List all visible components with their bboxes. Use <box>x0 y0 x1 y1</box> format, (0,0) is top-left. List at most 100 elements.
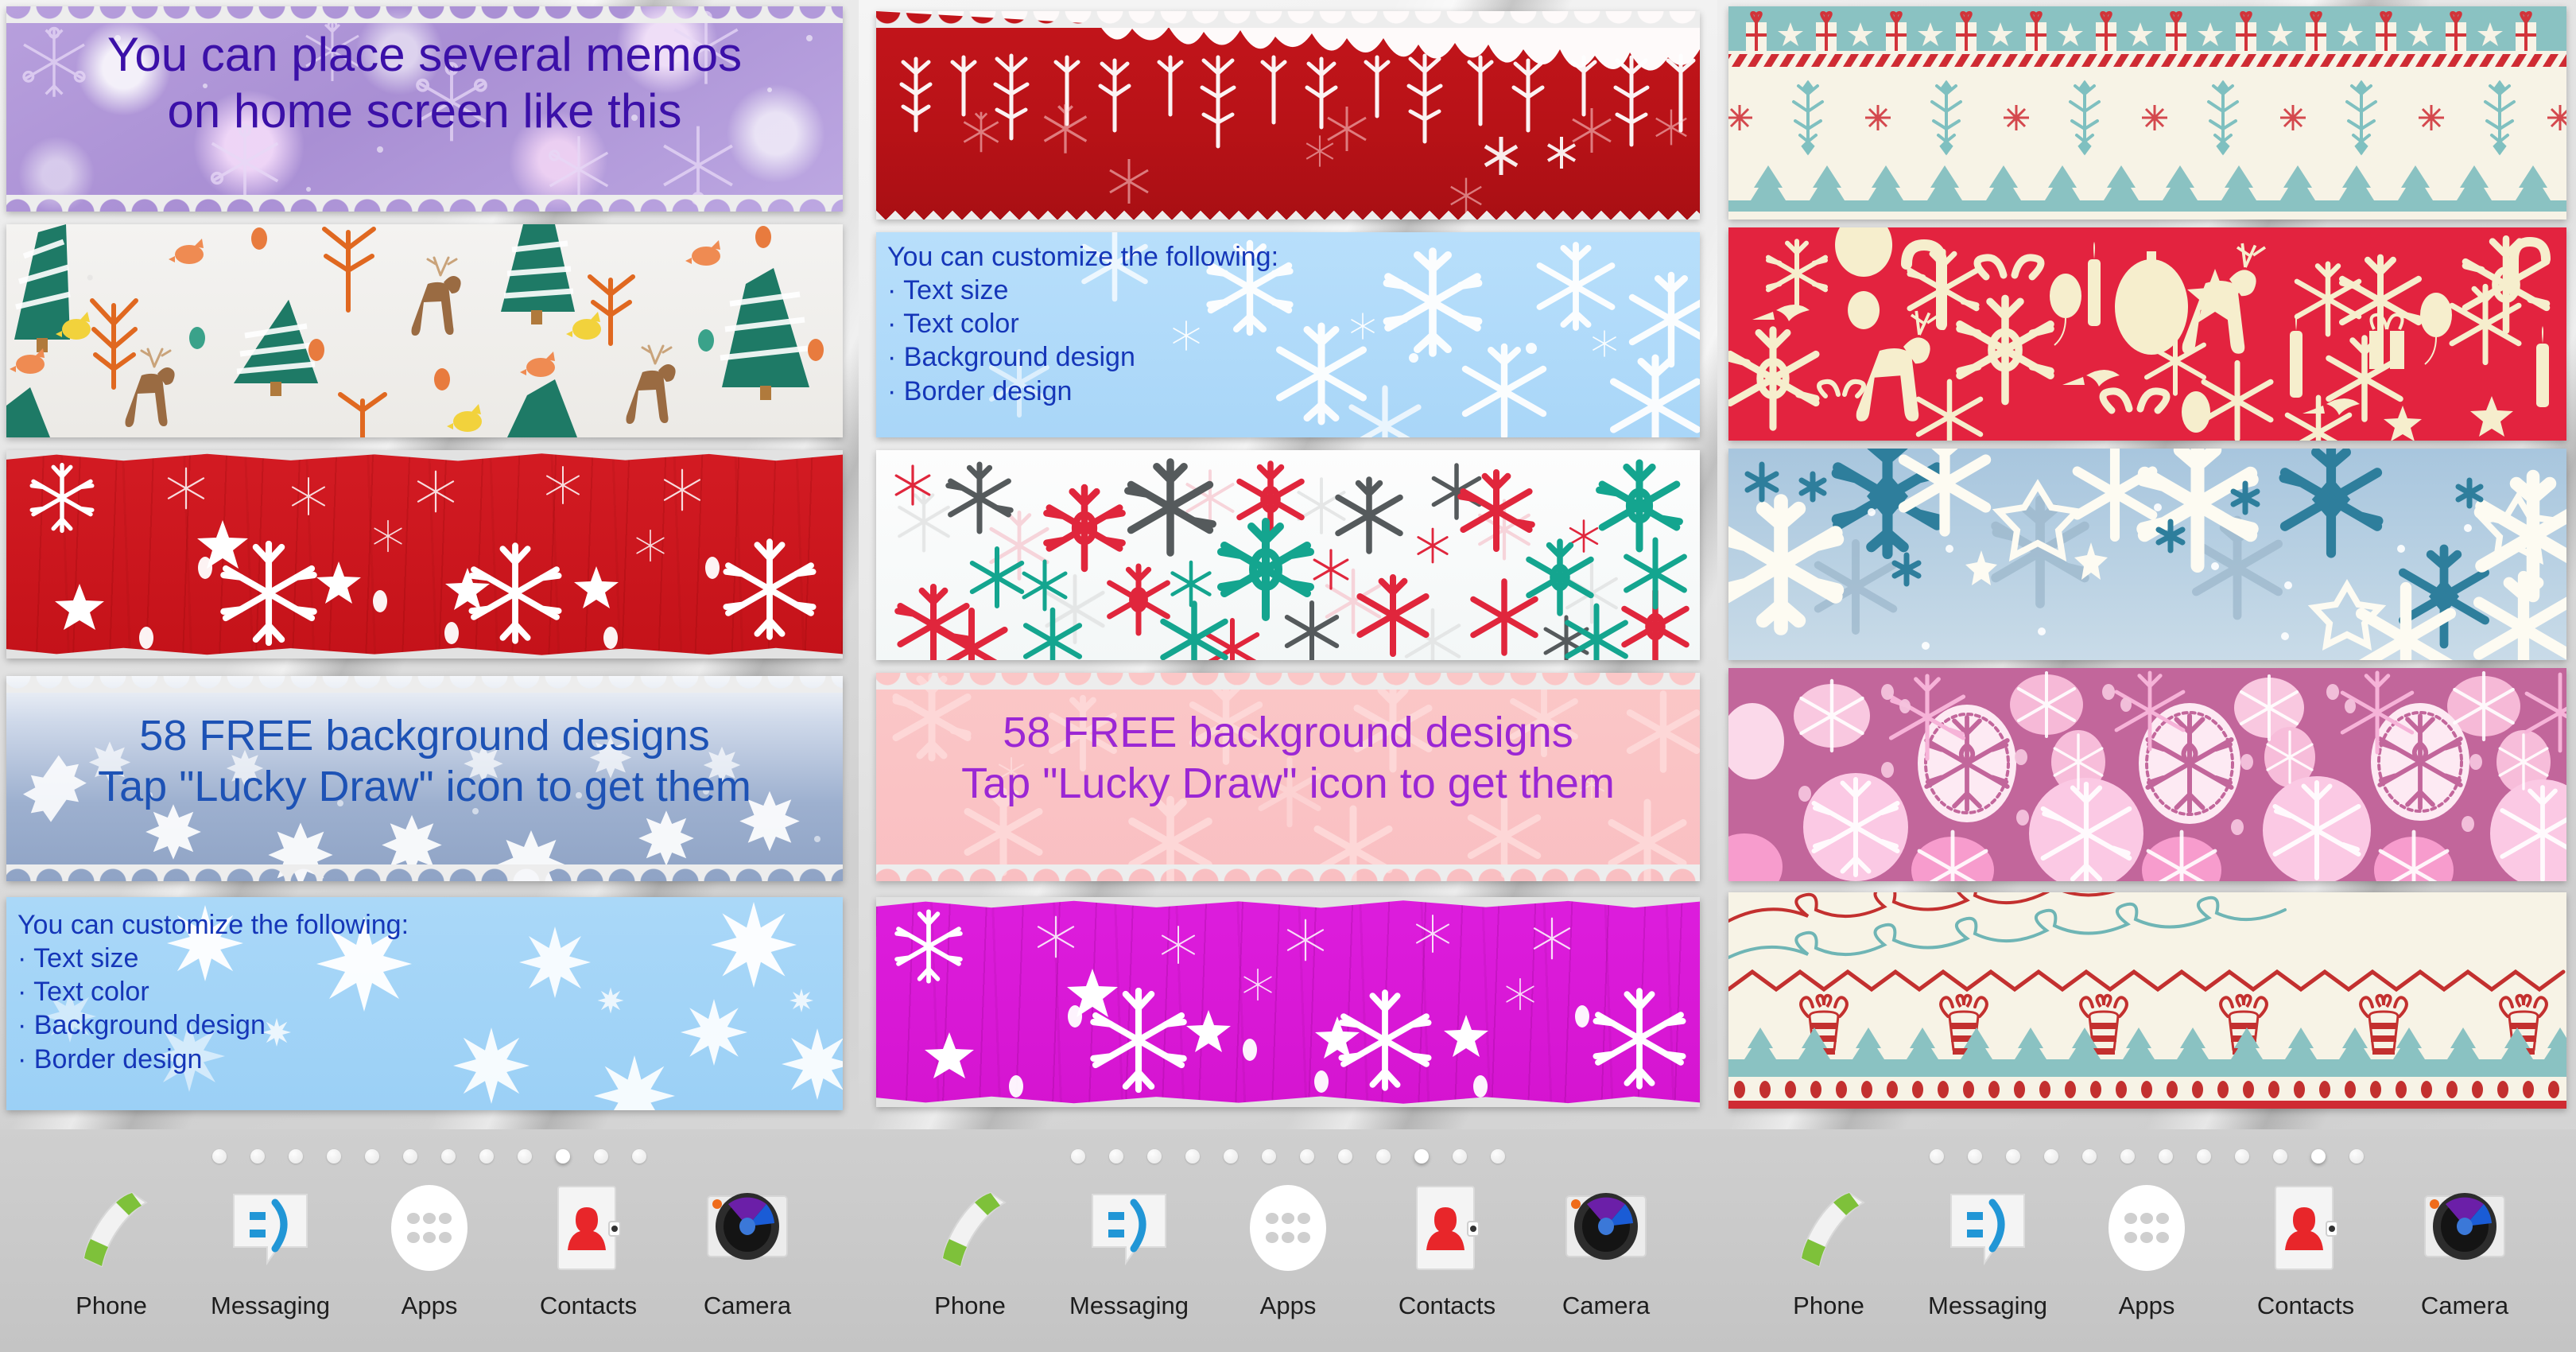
camera-icon <box>676 1174 819 1285</box>
page-dot[interactable] <box>250 1149 265 1164</box>
dock-app-camera[interactable]: Camera <box>676 1174 819 1320</box>
page-dot[interactable] <box>2349 1149 2364 1164</box>
dock-app-contacts[interactable]: Contacts <box>517 1174 660 1320</box>
page-dot[interactable] <box>365 1149 379 1164</box>
snowflake-decoration <box>6 450 843 659</box>
dock-app-messaging[interactable]: Messaging <box>1057 1174 1201 1320</box>
dock-2: Phone Messaging Apps Contacts Camera <box>859 1129 1717 1352</box>
memo-nordic-ornaments[interactable] <box>1728 892 2566 1109</box>
page-dot[interactable] <box>1930 1149 1944 1164</box>
page-dot[interactable] <box>518 1149 532 1164</box>
page-dot[interactable] <box>1109 1149 1123 1164</box>
memo-text: 58 FREE background designs Tap "Lucky Dr… <box>98 712 751 810</box>
memo-red-grunge[interactable] <box>6 450 843 659</box>
home-screen-gallery: You can place several memos on home scre… <box>0 0 2576 1352</box>
page-dot[interactable] <box>2197 1149 2211 1164</box>
memo-border-torn-top <box>6 450 843 461</box>
page-dot[interactable] <box>2159 1149 2173 1164</box>
page-dot[interactable] <box>403 1149 417 1164</box>
page-indicator-1[interactable] <box>0 1129 859 1166</box>
page-dot[interactable] <box>2235 1149 2249 1164</box>
dock-app-camera[interactable]: Camera <box>1534 1174 1678 1320</box>
memo-deep-red-snowfall[interactable] <box>876 11 1700 220</box>
page-dot[interactable] <box>2044 1149 2058 1164</box>
page-dot[interactable] <box>1453 1149 1467 1164</box>
memo-red-christmas-icons[interactable] <box>1728 227 2566 441</box>
dock-app-camera[interactable]: Camera <box>2393 1174 2536 1320</box>
memo-customize-lightblue-2[interactable]: You can customize the following: · Text … <box>876 232 1700 437</box>
page-dot[interactable] <box>441 1149 456 1164</box>
memo-magenta-grunge[interactable] <box>876 897 1700 1107</box>
memo-white-colour-snowflakes[interactable] <box>876 450 1700 660</box>
memo-customize-lightblue[interactable]: You can customize the following: · Text … <box>6 897 843 1110</box>
memo-border-torn-bottom <box>876 1096 1700 1107</box>
memo-pink-snowflake-circles[interactable] <box>1728 668 2566 881</box>
dock-app-apps[interactable]: Apps <box>358 1174 501 1320</box>
page-dot[interactable] <box>1338 1149 1352 1164</box>
nordic-ornament-pattern <box>1728 892 2566 1109</box>
contacts-icon <box>2234 1174 2377 1285</box>
dock-apps-3: Phone Messaging Apps Contacts Camera <box>1717 1166 2576 1341</box>
page-dot-active[interactable] <box>1414 1149 1429 1164</box>
dock-app-messaging[interactable]: Messaging <box>1916 1174 2059 1320</box>
dock-app-apps[interactable]: Apps <box>1216 1174 1360 1320</box>
page-dot[interactable] <box>2120 1149 2135 1164</box>
dock-app-phone[interactable]: Phone <box>40 1174 183 1320</box>
page-dot[interactable] <box>594 1149 608 1164</box>
home-screen-3: Phone Messaging Apps Contacts Camera <box>1717 0 2576 1352</box>
dock-app-label: Phone <box>1793 1292 1864 1319</box>
page-dot[interactable] <box>289 1149 303 1164</box>
page-dot[interactable] <box>632 1149 646 1164</box>
apps-grid-icon <box>1216 1174 1360 1285</box>
memo-lucky-draw-steelblue[interactable]: 58 FREE background designs Tap "Lucky Dr… <box>6 676 843 881</box>
page-indicator-3[interactable] <box>1717 1129 2576 1166</box>
memo-intro-purple[interactable]: You can place several memos on home scre… <box>6 6 843 212</box>
dock-app-phone[interactable]: Phone <box>898 1174 1042 1320</box>
memo-lucky-draw-pink[interactable]: 58 FREE background designs Tap "Lucky Dr… <box>876 673 1700 881</box>
memo-border-torn-bottom <box>6 647 843 659</box>
page-dot[interactable] <box>212 1149 227 1164</box>
dock-app-label: Phone <box>76 1292 147 1319</box>
snowflake-decoration <box>876 897 1700 1107</box>
page-dot[interactable] <box>1376 1149 1391 1164</box>
page-dot[interactable] <box>2006 1149 2020 1164</box>
page-dot[interactable] <box>1185 1149 1200 1164</box>
snowflake-decoration <box>1728 449 2566 660</box>
page-indicator-2[interactable] <box>859 1129 1717 1166</box>
dock-app-label: Apps <box>2118 1292 2175 1319</box>
page-dot[interactable] <box>1262 1149 1276 1164</box>
dock-app-phone[interactable]: Phone <box>1757 1174 1900 1320</box>
memo-winter-forest[interactable] <box>6 224 843 437</box>
page-dot[interactable] <box>2082 1149 2097 1164</box>
dock-app-messaging[interactable]: Messaging <box>199 1174 342 1320</box>
page-dot[interactable] <box>1968 1149 1982 1164</box>
contacts-icon <box>517 1174 660 1285</box>
dock-app-contacts[interactable]: Contacts <box>2234 1174 2377 1320</box>
dock-app-apps[interactable]: Apps <box>2075 1174 2218 1320</box>
dock-app-contacts[interactable]: Contacts <box>1375 1174 1519 1320</box>
apps-grid-icon <box>358 1174 501 1285</box>
memo-border-scallop-bottom <box>876 864 1700 881</box>
memo-border-scallop-top <box>6 6 843 23</box>
page-dot-active[interactable] <box>2311 1149 2326 1164</box>
page-dot[interactable] <box>2273 1149 2287 1164</box>
page-dot[interactable] <box>1300 1149 1314 1164</box>
forest-pattern <box>6 224 843 437</box>
memo-text: You can customize the following: · Text … <box>17 910 409 1074</box>
memo-nordic-gifts-trees[interactable] <box>1728 6 2566 220</box>
page-dot[interactable] <box>327 1149 341 1164</box>
dock-app-label: Messaging <box>1928 1292 2047 1319</box>
page-dot[interactable] <box>1071 1149 1085 1164</box>
page-dot[interactable] <box>1224 1149 1238 1164</box>
page-dot[interactable] <box>479 1149 494 1164</box>
memo-icy-blue-snowflakes[interactable] <box>1728 449 2566 660</box>
christmas-icon-pattern <box>1728 227 2566 441</box>
memo-text: 58 FREE background designs Tap "Lucky Dr… <box>961 709 1615 807</box>
nordic-pattern <box>1728 6 2566 220</box>
memo-text: You can place several memos on home scre… <box>107 28 743 138</box>
dock-app-label: Camera <box>2420 1292 2509 1319</box>
page-dot-active[interactable] <box>556 1149 570 1164</box>
page-dot[interactable] <box>1147 1149 1162 1164</box>
dock-app-label: Messaging <box>1069 1292 1189 1319</box>
page-dot[interactable] <box>1491 1149 1505 1164</box>
